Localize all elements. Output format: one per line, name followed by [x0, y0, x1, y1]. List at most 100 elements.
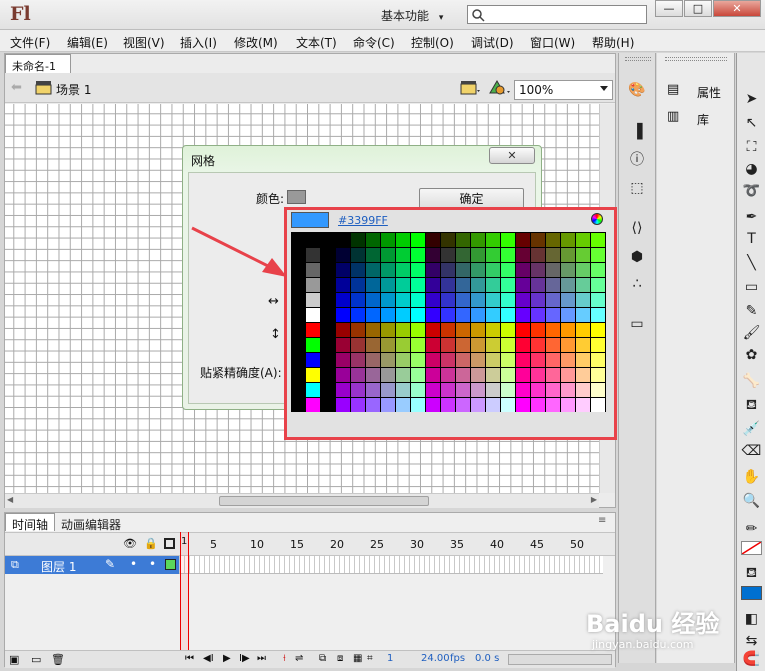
swatch-cell[interactable] [381, 278, 395, 292]
layer-visible-dot[interactable]: • [130, 557, 137, 571]
menu-commands[interactable]: 命令(C) [353, 34, 395, 51]
swatch-cell[interactable] [561, 353, 575, 367]
zoom-tool-icon[interactable]: 🔍 [741, 491, 762, 512]
color-palette-icon[interactable]: 🎨 [627, 81, 647, 99]
swatch-cell[interactable] [531, 338, 545, 352]
swatch-cell[interactable] [471, 353, 485, 367]
swatch-cell[interactable] [381, 398, 395, 412]
swatch-cell[interactable] [591, 353, 605, 367]
swatch-cell[interactable] [381, 338, 395, 352]
swatch-cell[interactable] [501, 278, 515, 292]
onion-outline-icon[interactable]: ⧈ [337, 653, 343, 664]
swatch-cell[interactable] [426, 338, 440, 352]
swatch-cell[interactable] [591, 338, 605, 352]
swatch-cell[interactable] [366, 338, 380, 352]
menu-help[interactable]: 帮助(H) [592, 34, 634, 51]
swatch-cell[interactable] [336, 323, 350, 337]
swatch-cell[interactable] [336, 338, 350, 352]
swatch-cell[interactable] [411, 338, 425, 352]
swatch-cell[interactable] [441, 263, 455, 277]
swatch-cell[interactable] [546, 308, 560, 322]
swatch-cell[interactable] [351, 278, 365, 292]
properties-tab[interactable]: 属性 [697, 84, 721, 101]
swatch-cell[interactable] [351, 308, 365, 322]
swatch-cell[interactable] [306, 323, 320, 337]
menu-window[interactable]: 窗口(W) [530, 34, 575, 51]
swatch-cell[interactable] [381, 248, 395, 262]
swatch-cell[interactable] [531, 248, 545, 262]
swatch-cell[interactable] [441, 248, 455, 262]
swatch-cell[interactable] [396, 353, 410, 367]
menu-edit[interactable]: 编辑(E) [67, 34, 108, 51]
swatch-cell[interactable] [561, 233, 575, 247]
swatch-cell[interactable] [486, 353, 500, 367]
swatch-cell[interactable] [486, 338, 500, 352]
swatch-cell[interactable] [456, 353, 470, 367]
swatch-cell[interactable] [351, 293, 365, 307]
swatch-cell[interactable] [381, 383, 395, 397]
swatch-cell[interactable] [531, 278, 545, 292]
layer-row[interactable]: ⧉ 图层 1 ✎ • • [5, 556, 179, 574]
swatch-cell[interactable] [381, 368, 395, 382]
swatch-cell[interactable] [501, 383, 515, 397]
menu-file[interactable]: 文件(F) [10, 34, 50, 51]
swatch-cell[interactable] [441, 278, 455, 292]
swatch-cell[interactable] [456, 233, 470, 247]
swatch-cell[interactable] [576, 263, 590, 277]
swatch-cell[interactable] [516, 293, 530, 307]
align-icon[interactable]: ▐ [627, 123, 647, 141]
swatch-cell[interactable] [396, 248, 410, 262]
swatch-cell[interactable] [306, 368, 320, 382]
swatch-cell[interactable] [546, 368, 560, 382]
swatch-cell[interactable] [486, 308, 500, 322]
swatch-cell[interactable] [426, 368, 440, 382]
swatch-cell[interactable] [591, 398, 605, 412]
swatch-cell[interactable] [546, 398, 560, 412]
lasso-tool-icon[interactable]: ➰ [741, 181, 762, 202]
back-arrow-icon[interactable]: ⬅ [11, 80, 22, 95]
fill-color-swatch[interactable] [741, 586, 762, 600]
dialog-close-button[interactable]: ✕ [489, 147, 535, 164]
swatch-cell[interactable] [456, 383, 470, 397]
pen-tool-icon[interactable]: ✒ [741, 207, 762, 228]
transform-icon[interactable]: ⬚ [627, 179, 647, 197]
code-snippets-icon[interactable]: ⟨⟩ [627, 219, 647, 237]
swatch-cell[interactable] [591, 308, 605, 322]
swatch-cell[interactable] [531, 323, 545, 337]
fill-color-icon[interactable]: ⛾ [741, 563, 762, 584]
swatch-cell[interactable] [366, 308, 380, 322]
swatch-grid[interactable] [291, 232, 606, 412]
loop-icon[interactable]: ⇌ [295, 653, 303, 664]
swatch-cell[interactable] [561, 323, 575, 337]
swatch-cell[interactable] [336, 398, 350, 412]
swatch-cell[interactable] [561, 368, 575, 382]
swatch-cell[interactable] [306, 278, 320, 292]
swatch-cell[interactable] [336, 383, 350, 397]
swatch-cell[interactable] [576, 278, 590, 292]
swatch-cell[interactable] [351, 263, 365, 277]
swatch-cell[interactable] [411, 263, 425, 277]
swatch-cell[interactable] [486, 398, 500, 412]
swatch-cell[interactable] [411, 368, 425, 382]
outline-icon[interactable] [164, 538, 175, 549]
stroke-color-icon[interactable]: ✏ [741, 519, 762, 540]
swatch-cell[interactable] [351, 323, 365, 337]
library-tab[interactable]: 库 [697, 111, 709, 128]
swatch-cell[interactable] [531, 398, 545, 412]
layer-lock-dot[interactable]: • [149, 557, 156, 571]
swatch-cell[interactable] [411, 398, 425, 412]
swatch-cell[interactable] [306, 293, 320, 307]
swatch-cell[interactable] [516, 248, 530, 262]
swatch-cell[interactable] [381, 293, 395, 307]
swatch-cell[interactable] [396, 368, 410, 382]
swatch-cell[interactable] [531, 353, 545, 367]
swatch-cell[interactable] [561, 398, 575, 412]
swatch-cell[interactable] [531, 308, 545, 322]
swatch-cell[interactable] [486, 278, 500, 292]
swatch-cell[interactable] [471, 338, 485, 352]
swatch-cell[interactable] [426, 398, 440, 412]
swatch-cell[interactable] [456, 368, 470, 382]
swatch-cell[interactable] [441, 338, 455, 352]
document-tab[interactable]: 未命名-1 ✕ [5, 54, 71, 87]
current-frame[interactable]: 1 [387, 653, 393, 664]
